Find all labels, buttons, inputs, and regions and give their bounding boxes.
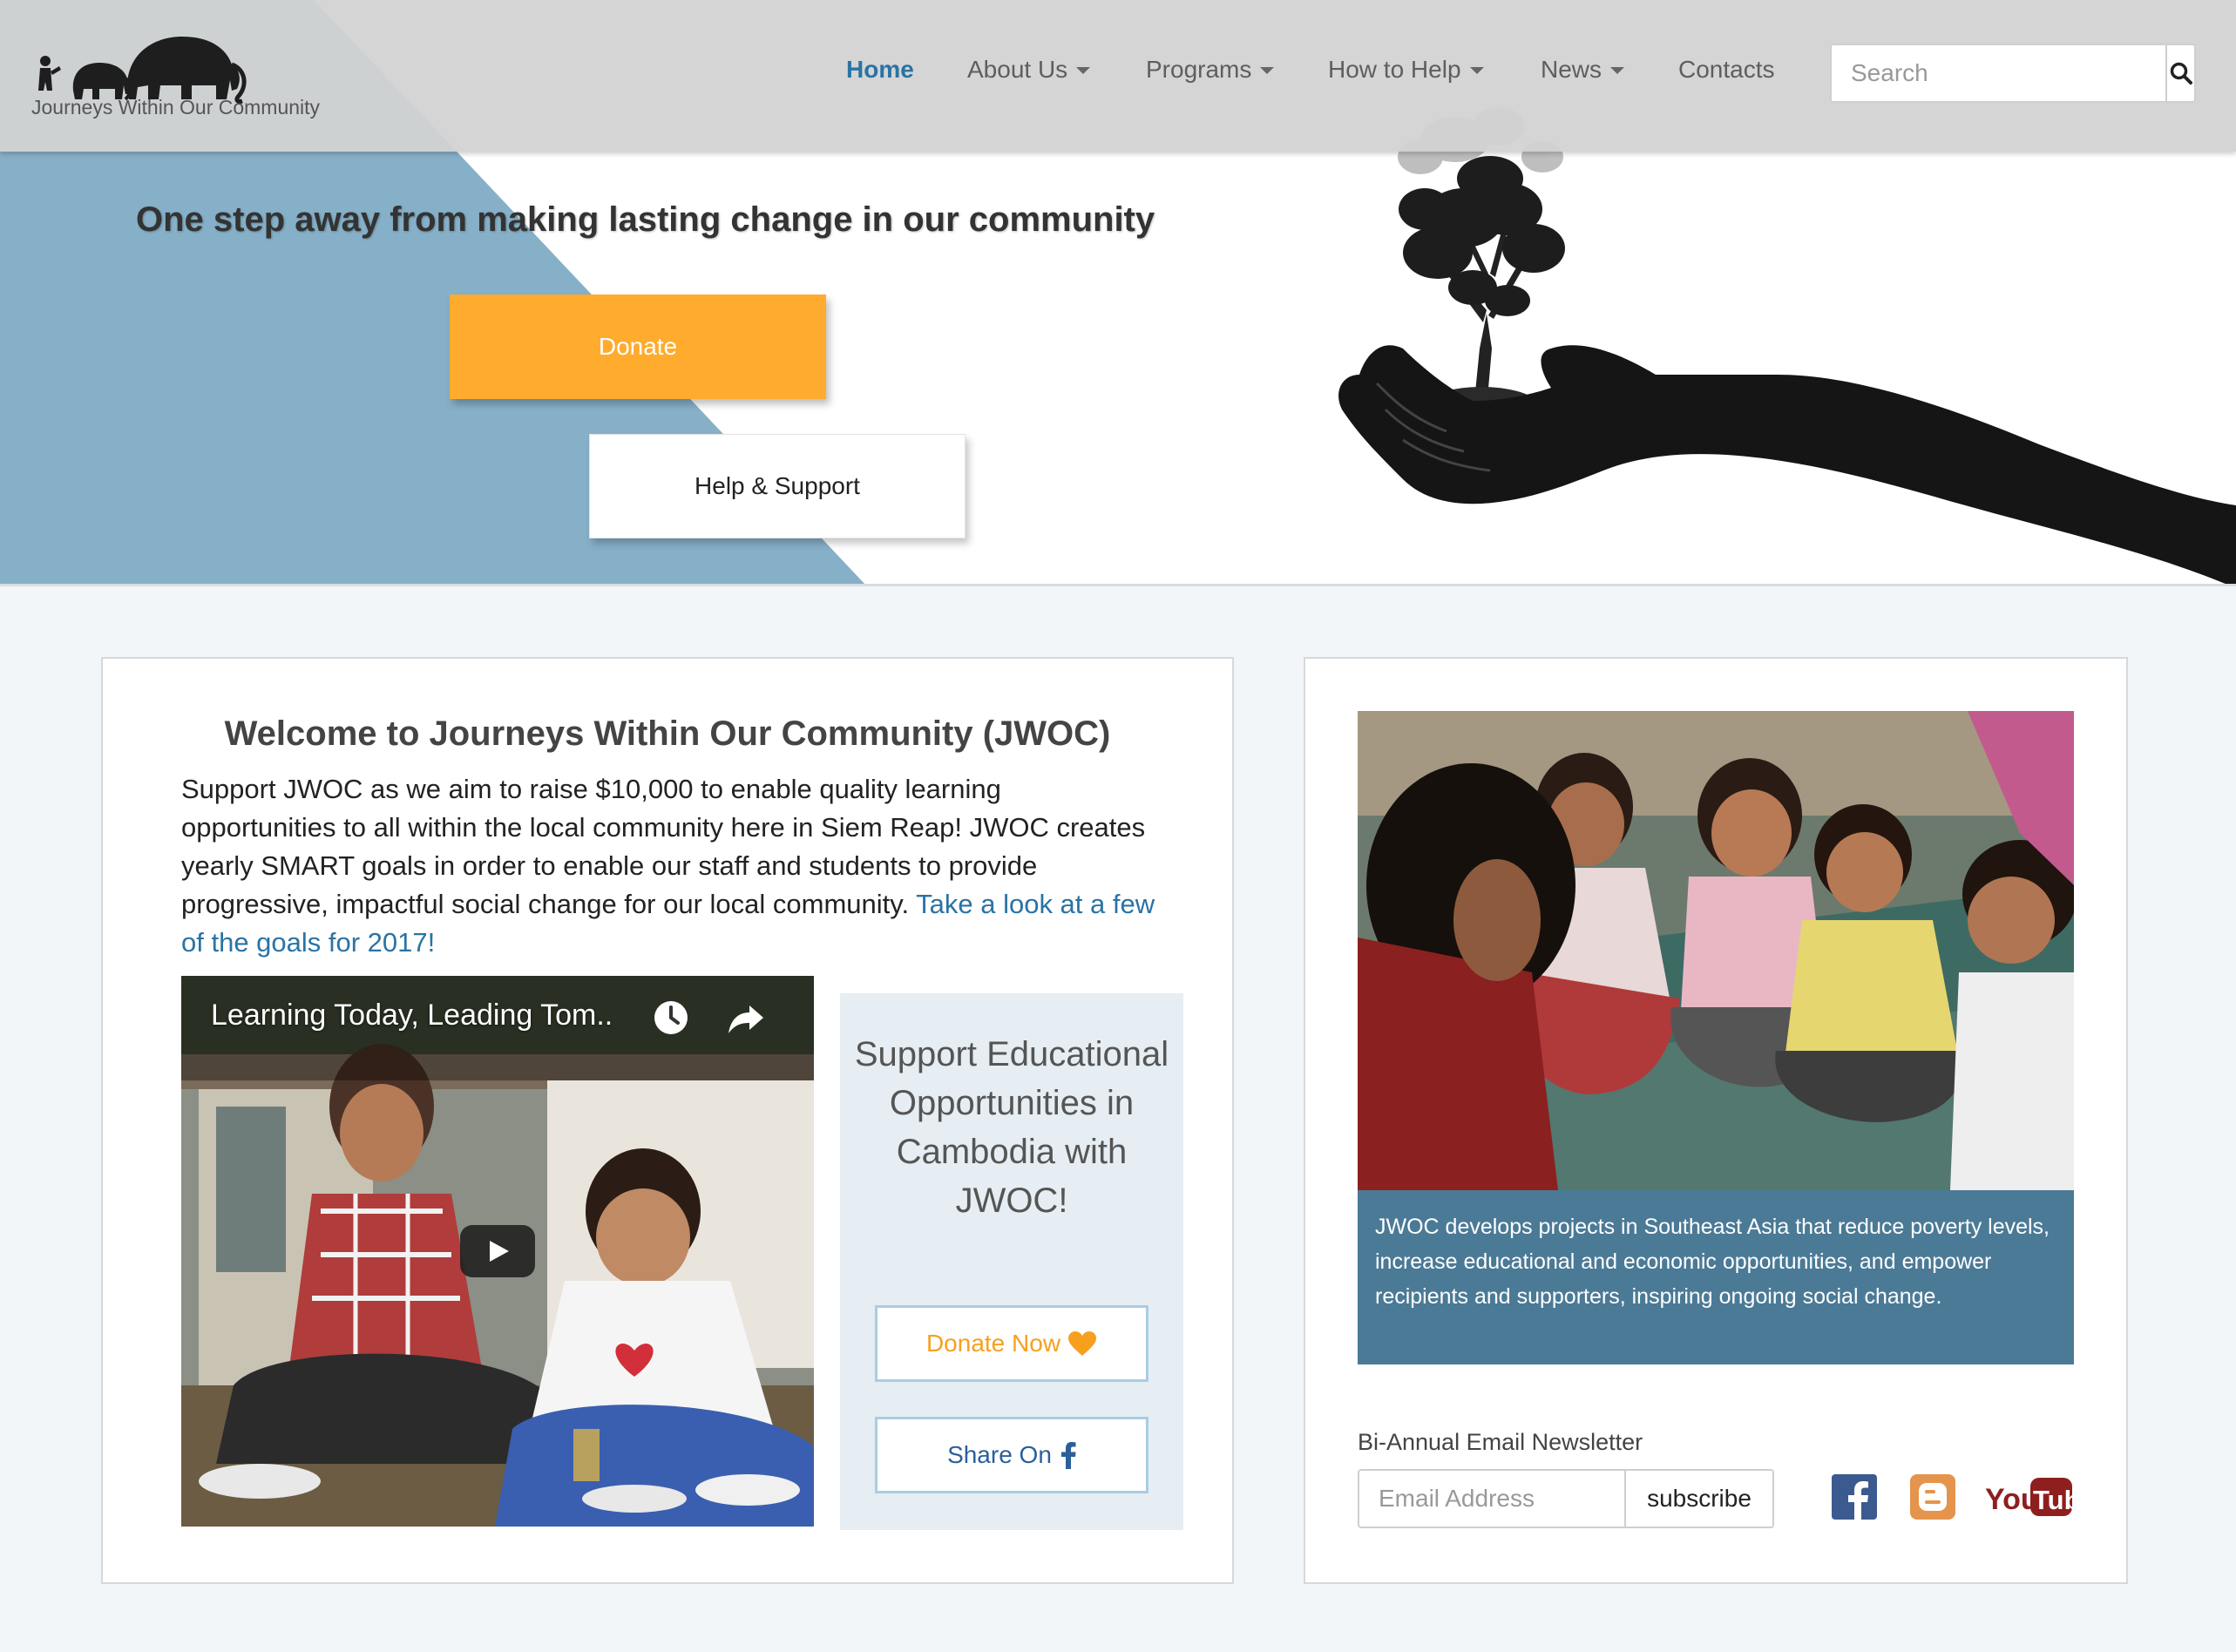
newsletter-form: subscribe — [1358, 1469, 1774, 1528]
share-icon[interactable] — [727, 999, 765, 1037]
video-player[interactable]: Learning Today, Leading Tom.. — [181, 976, 814, 1527]
nav-about-us[interactable]: About Us — [967, 56, 1091, 84]
nav-programs-label: Programs — [1146, 56, 1252, 83]
facebook-f-icon — [1060, 1442, 1076, 1469]
children-photo — [1358, 711, 2074, 1190]
nav-news[interactable]: News — [1541, 56, 1625, 84]
donate-now-button[interactable]: Donate Now — [875, 1305, 1148, 1382]
chevron-down-icon — [1610, 67, 1625, 74]
chevron-down-icon — [1260, 67, 1275, 74]
donate-button[interactable]: Donate — [450, 295, 826, 399]
newsletter-label: Bi-Annual Email Newsletter — [1358, 1429, 1643, 1455]
share-on-label: Share On — [947, 1441, 1052, 1468]
nav-how-to-help[interactable]: How to Help — [1328, 56, 1484, 84]
share-facebook-button[interactable]: Share On — [875, 1417, 1148, 1493]
email-field[interactable] — [1359, 1471, 1624, 1527]
search-bar — [1830, 44, 2196, 103]
nav-contacts-label: Contacts — [1678, 56, 1775, 83]
search-button[interactable] — [2165, 45, 2194, 101]
youtube-icon[interactable]: You Tube — [1985, 1474, 2074, 1520]
children-photo-image — [1358, 711, 2074, 1190]
welcome-card: Welcome to Journeys Within Our Community… — [101, 657, 1234, 1584]
search-icon — [2170, 62, 2192, 85]
hero-headline: One step away from making lasting change… — [136, 200, 1155, 239]
donate-now-label: Donate Now — [925, 1330, 1061, 1357]
blogger-icon[interactable] — [1910, 1474, 1955, 1520]
facebook-icon[interactable] — [1832, 1474, 1877, 1520]
top-navbar: Journeys Within Our Community Home About… — [0, 0, 2236, 152]
about-caption: JWOC develops projects in Southeast Asia… — [1358, 1190, 2074, 1364]
nav-programs[interactable]: Programs — [1146, 56, 1275, 84]
help-support-button[interactable]: Help & Support — [589, 434, 966, 538]
hand-with-tree-image — [1338, 107, 2236, 586]
support-heading: Support Educational Opportunities in Cam… — [854, 1035, 1169, 1220]
nav-about-us-label: About Us — [967, 56, 1068, 83]
support-panel: Support Educational Opportunities in Cam… — [840, 993, 1183, 1530]
welcome-body: Support JWOC as we aim to raise $10,000 … — [181, 770, 1157, 962]
play-icon[interactable] — [460, 1225, 535, 1277]
nav-home-label: Home — [846, 56, 914, 83]
subscribe-button[interactable]: subscribe — [1624, 1471, 1772, 1527]
about-card: JWOC develops projects in Southeast Asia… — [1304, 657, 2128, 1584]
logo-text[interactable]: Journeys Within Our Community — [31, 96, 320, 119]
nav-how-to-help-label: How to Help — [1328, 56, 1461, 83]
svg-text:Tube: Tube — [2033, 1485, 2074, 1515]
watch-later-icon[interactable] — [652, 999, 690, 1037]
chevron-down-icon — [1469, 67, 1484, 74]
heart-icon — [1068, 1331, 1097, 1356]
search-input[interactable] — [1832, 45, 2165, 101]
hero-divider — [0, 584, 2236, 586]
nav-news-label: News — [1541, 56, 1602, 83]
nav-contacts[interactable]: Contacts — [1678, 56, 1775, 84]
chevron-down-icon — [1076, 67, 1091, 74]
video-title: Learning Today, Leading Tom.. — [211, 999, 613, 1032]
nav-home[interactable]: Home — [846, 56, 914, 84]
welcome-title: Welcome to Journeys Within Our Community… — [224, 714, 1111, 753]
